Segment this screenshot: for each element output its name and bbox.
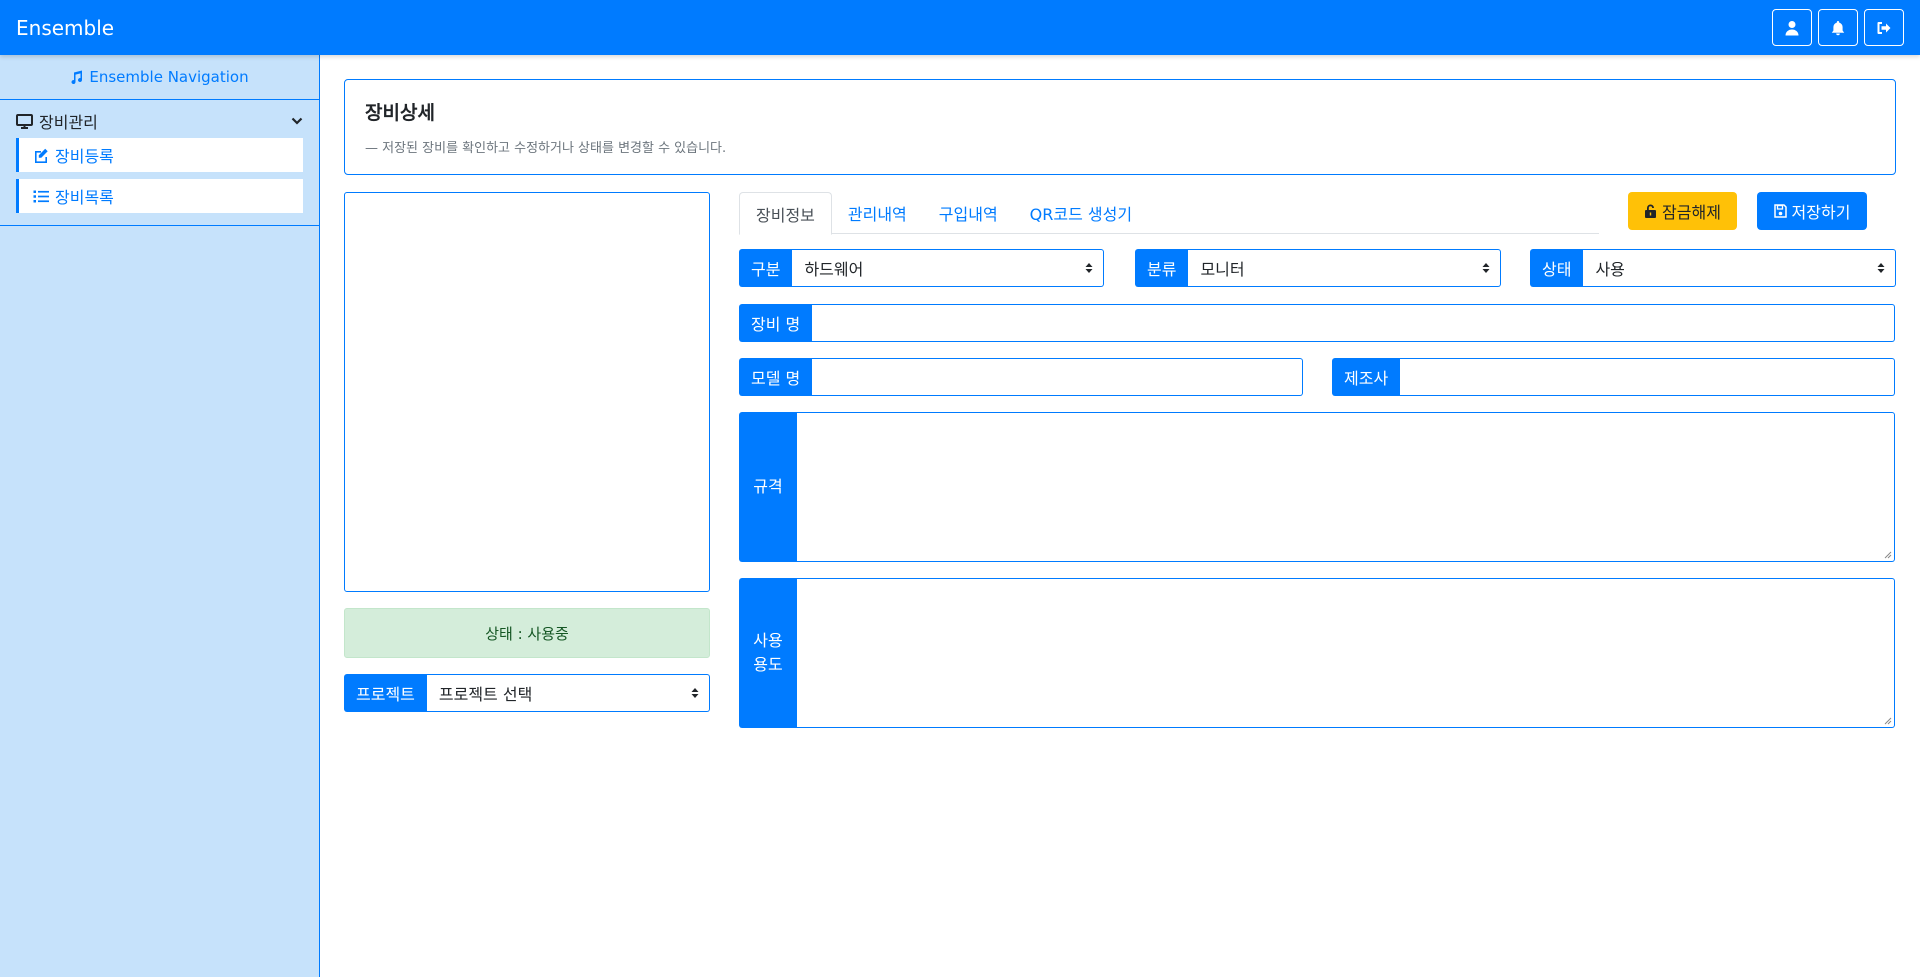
- resize-handle-icon[interactable]: [1884, 551, 1892, 559]
- usage-label: 사용 용도: [739, 578, 797, 728]
- sidebar-group-equipment: 장비관리 장비등록 장비목록: [0, 100, 319, 226]
- manufacturer-input[interactable]: [1400, 358, 1895, 396]
- project-select[interactable]: 프로젝트 선택: [426, 674, 710, 712]
- sidebar-item-list[interactable]: 장비목록: [16, 179, 303, 213]
- sidebar-item-register[interactable]: 장비등록: [16, 138, 303, 172]
- category-select-value: 하드웨어: [804, 260, 864, 279]
- spec-textarea[interactable]: [797, 412, 1895, 562]
- equipment-name-label: 장비 명: [739, 304, 813, 342]
- sidebar-item-label: 장비등록: [55, 147, 114, 166]
- page-subtitle: — 저장된 장비를 확인하고 수정하거나 상태를 변경할 수 있습니다.: [365, 141, 727, 156]
- project-select-value: 프로젝트 선택: [438, 685, 533, 704]
- sidebar-group-toggle[interactable]: 장비관리: [16, 110, 303, 132]
- sidebar-header[interactable]: Ensemble Navigation: [0, 55, 319, 100]
- detail-tabs: 장비정보 관리내역 구입내역 QR코드 생성기: [739, 192, 1599, 235]
- project-label: 프로젝트: [344, 674, 427, 712]
- classification-group: 분류 모니터: [1135, 249, 1501, 287]
- tab-qr-generator[interactable]: QR코드 생성기: [1014, 192, 1148, 234]
- top-navbar: Ensemble: [0, 0, 1920, 55]
- model-name-label: 모델 명: [739, 358, 813, 396]
- sidebar-item-label: 장비목록: [55, 188, 114, 207]
- save-icon: [1773, 204, 1787, 218]
- bell-icon: [1831, 20, 1845, 35]
- brand-logo[interactable]: Ensemble: [16, 16, 114, 40]
- tab-management-history[interactable]: 관리내역: [832, 192, 923, 234]
- equipment-image-area[interactable]: [344, 192, 710, 592]
- state-select[interactable]: 사용: [1583, 249, 1896, 287]
- list-icon: [33, 190, 49, 202]
- monitor-icon: [16, 113, 33, 129]
- unlock-button-label: 잠금해제: [1662, 205, 1721, 222]
- select-caret-icon: [1482, 263, 1490, 273]
- manufacturer-label: 제조사: [1332, 358, 1401, 396]
- page-header: 장비상세 — 저장된 장비를 확인하고 수정하거나 상태를 변경할 수 있습니다…: [344, 79, 1896, 175]
- user-icon: [1785, 20, 1799, 35]
- project-select-group: 프로젝트 프로젝트 선택: [344, 674, 710, 712]
- equipment-name-group: 장비 명: [739, 304, 1895, 342]
- status-badge: 상태 : 사용중: [344, 608, 710, 658]
- main-content: 장비상세 — 저장된 장비를 확인하고 수정하거나 상태를 변경할 수 있습니다…: [321, 55, 1920, 977]
- category-group: 구분 하드웨어: [739, 249, 1104, 287]
- state-group: 상태 사용: [1530, 249, 1896, 287]
- category-select[interactable]: 하드웨어: [792, 249, 1104, 287]
- classification-label: 분류: [1135, 249, 1189, 287]
- sidebar-group-label: 장비관리: [39, 113, 98, 132]
- notifications-button[interactable]: [1818, 9, 1858, 46]
- state-select-value: 사용: [1595, 260, 1625, 279]
- category-label: 구분: [739, 249, 793, 287]
- state-label: 상태: [1530, 249, 1584, 287]
- usage-textarea[interactable]: [797, 578, 1895, 728]
- edit-icon: [35, 148, 48, 163]
- resize-handle-icon[interactable]: [1884, 717, 1892, 725]
- tab-purchase-history[interactable]: 구입내역: [923, 192, 1014, 234]
- select-caret-icon: [691, 688, 699, 698]
- top-actions: [1772, 9, 1904, 46]
- classification-select[interactable]: 모니터: [1188, 249, 1501, 287]
- save-button[interactable]: 저장하기: [1757, 192, 1867, 230]
- logout-icon: [1877, 21, 1891, 34]
- manufacturer-group: 제조사: [1332, 358, 1895, 396]
- sidebar: Ensemble Navigation 장비관리 장비등록 장비목록: [0, 55, 320, 977]
- spec-label: 규격: [739, 412, 797, 562]
- classification-select-value: 모니터: [1200, 260, 1245, 279]
- page-title: 장비상세: [365, 102, 435, 124]
- chevron-down-icon: [291, 117, 303, 125]
- usage-group: 사용 용도: [739, 578, 1895, 728]
- spec-group: 규격: [739, 412, 1895, 562]
- user-button[interactable]: [1772, 9, 1812, 46]
- logout-button[interactable]: [1864, 9, 1904, 46]
- select-caret-icon: [1877, 263, 1885, 273]
- equipment-name-input[interactable]: [812, 304, 1895, 342]
- tab-equipment-info[interactable]: 장비정보: [739, 192, 832, 235]
- select-caret-icon: [1085, 263, 1093, 273]
- save-button-label: 저장하기: [1791, 205, 1851, 222]
- unlock-button[interactable]: 잠금해제: [1628, 192, 1737, 230]
- model-name-group: 모델 명: [739, 358, 1303, 396]
- sidebar-header-label: Ensemble Navigation: [89, 68, 249, 86]
- model-name-input[interactable]: [812, 358, 1303, 396]
- music-note-icon: [71, 70, 83, 84]
- unlock-icon: [1645, 204, 1657, 218]
